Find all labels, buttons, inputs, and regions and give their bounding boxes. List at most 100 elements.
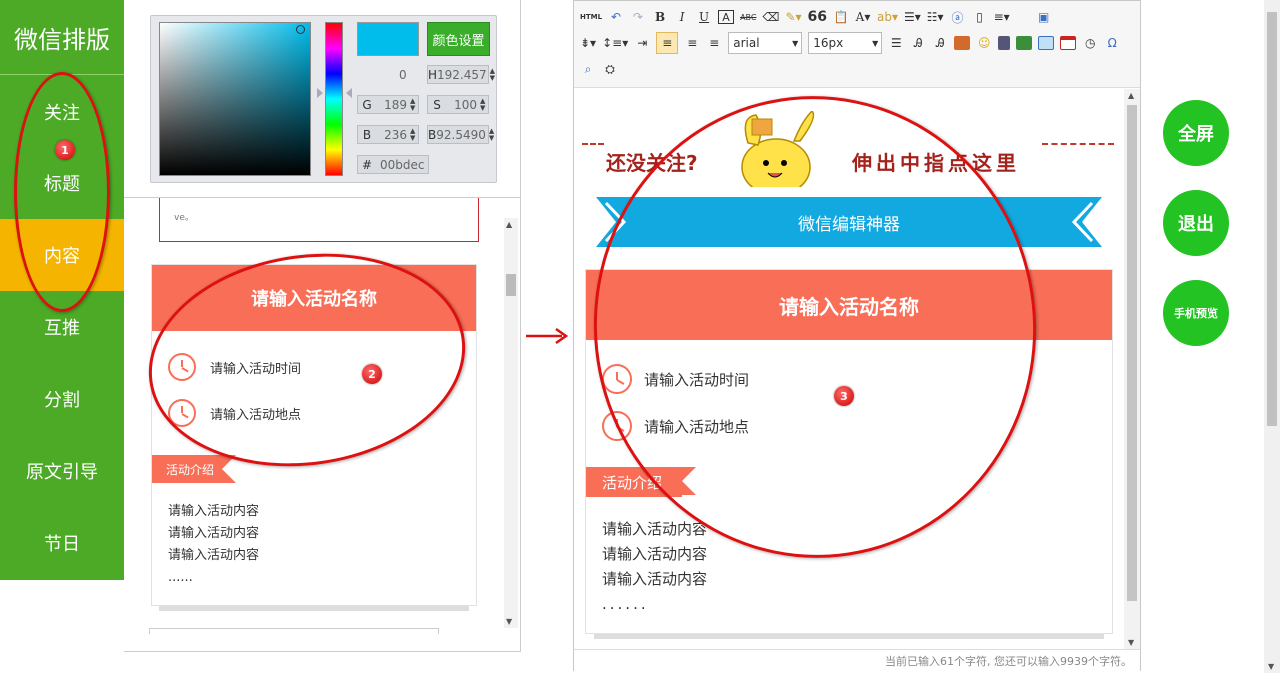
font-color-button[interactable]: A ▾ [855,8,871,26]
preview-scrollbar[interactable]: ▲ ▼ [504,218,518,628]
spin-icon[interactable]: ▲ ▼ [410,127,418,142]
insert-image-icon[interactable]: ⓐ [950,8,966,26]
saturation-label: S [433,97,441,112]
strikethrough-button[interactable]: ABC [740,8,756,26]
word-count-status: 当前已输入61个字符, 您还可以输入9939个字符。 [574,649,1140,671]
font-border-button[interactable]: A [718,10,735,24]
scrollbar-thumb[interactable] [506,274,516,296]
hue-slider-left-arrow[interactable] [317,88,323,98]
emoji-icon[interactable]: ☺ [976,34,992,52]
format-painter-icon[interactable]: ✎▾ [785,8,801,26]
italic-button[interactable]: I [674,8,690,26]
unordered-list-icon[interactable]: ☷▾ [927,8,944,26]
font-family-select[interactable]: arial ▼ [728,32,803,54]
search-replace-icon[interactable]: ⌕ [580,60,596,78]
saturation-field[interactable]: S 100 ▲ ▼ [427,95,489,114]
hex-field[interactable]: #00bdec [357,155,429,174]
paragraph-format-icon[interactable]: ≡▾ [994,8,1010,26]
special-char-button[interactable]: Ω [1104,34,1120,52]
ordered-list-icon[interactable]: ☰▾ [904,8,921,26]
spin-icon[interactable]: ▲ ▼ [489,127,494,142]
exit-button[interactable]: 退出 [1163,190,1229,256]
color-picker: 颜色设置 0 H 192.457 ▲ ▼ G 189 ▲ ▼ S 100 ▲ ▼ B 236 ▲ ▼ B… [150,15,497,183]
brightness-label: B [428,127,437,142]
calendar-icon[interactable] [1060,36,1077,50]
scroll-up-icon[interactable]: ▲ [1128,91,1134,100]
annotation-ellipse-1 [14,72,110,312]
toolbar-row-1: HTML ↶ ↷ B I U A ABC ⌫ ✎▾ 66 📋 A ▾ ab▾ ☰▾… [580,5,1052,29]
new-document-icon[interactable]: ▯ [972,8,988,26]
scroll-down-icon[interactable]: ▼ [506,617,512,626]
undo-icon[interactable]: ↶ [608,8,624,26]
blue-field[interactable]: B 236 ▲ ▼ [357,125,419,144]
green-label: G [362,97,372,112]
scrollbar-thumb[interactable] [1267,12,1277,426]
sidebar-item-holiday[interactable]: 节日 [0,507,124,579]
row-spacing-top-icon[interactable]: ⇟▾ [580,34,596,52]
mobile-preview-button[interactable]: 手机预览 [1163,280,1229,346]
binoculars-icon[interactable]: ⛭ [602,60,618,78]
table-icon[interactable] [1038,36,1055,50]
html-source-button[interactable]: HTML [580,8,602,26]
align-center-icon[interactable]: ≡ [684,34,700,52]
color-left-value: 0 [399,68,407,82]
redo-icon[interactable]: ↷ [630,8,646,26]
intro-ribbon: 活动介绍 [152,455,236,483]
spin-icon[interactable]: ▲ ▼ [410,97,418,112]
hue-field[interactable]: H 192.457 ▲ ▼ [427,65,495,84]
chevron-down-icon: ▼ [792,38,799,48]
bold-button[interactable]: B [652,8,668,26]
sidebar-item-original-link[interactable]: 原文引导 [0,435,124,507]
eraser-icon[interactable]: ⌫ [762,8,779,26]
fullscreen-button[interactable]: 全屏 [1163,100,1229,166]
hue-slider[interactable] [325,22,343,176]
spin-icon[interactable]: ▲ ▼ [480,97,488,112]
page-scrollbar[interactable]: ▼ [1264,0,1280,673]
paste-icon[interactable]: 📋 [833,8,849,26]
insert-arrow-icon [526,327,569,345]
sidebar-item-divider[interactable]: 分割 [0,363,124,435]
line-height-icon[interactable]: ↕≡▾ [602,34,628,52]
text-direction-icon[interactable]: Ꭿ [932,34,948,52]
sv-handle[interactable] [296,25,305,34]
blue-label: B [362,127,372,142]
previous-template-box[interactable]: ve。 [159,198,479,242]
app-logo: 微信排版 [0,0,124,75]
scroll-up-icon[interactable]: ▲ [506,220,512,229]
toolbar-row-2: ⇟▾ ↕≡▾ ⇥ ≡ ≡ ≡ arial ▼ 16px ▼ ☰ Ꭿ Ꭿ ☺ ◷ Ω [580,31,1120,55]
banner-dash-left [582,143,604,145]
align-left-icon[interactable]: ≡ [656,32,679,54]
annotation-badge-3: 3 [834,386,854,406]
image-icon[interactable] [954,36,971,50]
gallery-icon[interactable] [1016,36,1033,50]
fullscreen-editor-icon[interactable]: ▣ [1036,8,1052,26]
indent-icon[interactable]: ⇥ [634,34,650,52]
event-card-shadow [594,634,1104,639]
brightness-field[interactable]: B 92.5490 ▲ ▼ [427,125,494,144]
video-icon[interactable] [998,36,1011,50]
next-template-box[interactable] [149,628,439,634]
saturation-value-area[interactable] [159,22,311,176]
annotation-badge-1: 1 [55,140,75,160]
font-size-select[interactable]: 16px ▼ [808,32,883,54]
set-color-button[interactable]: 颜色设置 [427,22,490,56]
clock-icon[interactable]: ◷ [1082,34,1098,52]
align-right-icon[interactable]: ≡ [706,34,722,52]
card-shadow [159,606,469,611]
clear-format-icon[interactable]: Ꭿ [910,34,926,52]
chevron-down-icon: ▼ [872,38,879,48]
card-content: 请输入活动内容 请输入活动内容 请输入活动内容 ...... [168,504,260,585]
green-field[interactable]: G 189 ▲ ▼ [357,95,419,114]
spin-icon[interactable]: ▲ ▼ [490,67,495,82]
scroll-down-icon[interactable]: ▼ [1268,662,1274,671]
underline-button[interactable]: U [696,8,712,26]
editor-scrollbar[interactable]: ▲ ▼ [1124,89,1140,649]
scrollbar-thumb[interactable] [1127,105,1137,601]
hue-slider-right-arrow[interactable] [346,88,352,98]
blockquote-button[interactable]: 66 [808,8,827,26]
annotation-badge-2: 2 [362,364,382,384]
scroll-down-icon[interactable]: ▼ [1128,638,1134,647]
justify-icon[interactable]: ☰ [888,34,904,52]
background-color-icon[interactable]: ab▾ [877,8,898,26]
editor-toolbar: HTML ↶ ↷ B I U A ABC ⌫ ✎▾ 66 📋 A ▾ ab▾ ☰▾… [574,1,1140,88]
